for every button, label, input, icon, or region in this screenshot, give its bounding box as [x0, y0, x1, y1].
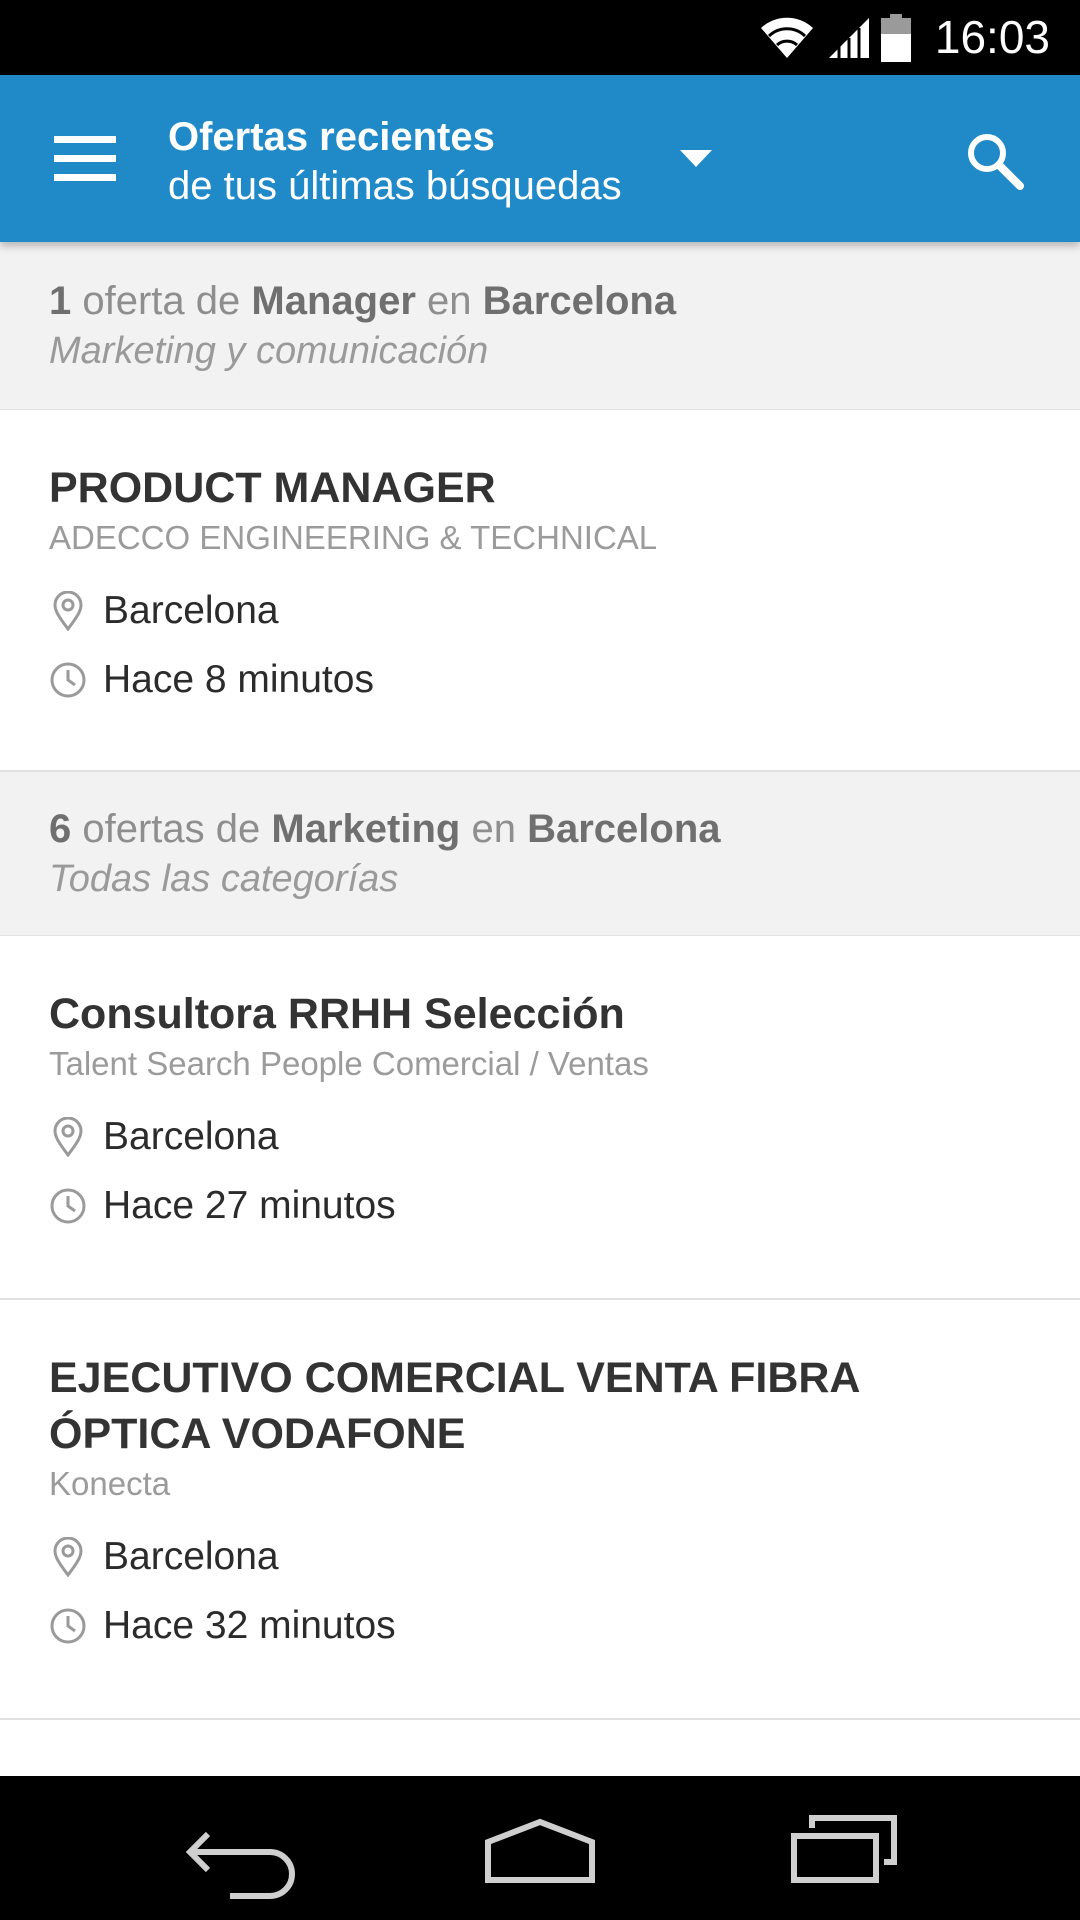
job-location: Barcelona — [103, 588, 279, 632]
status-bar: 16:03 — [0, 0, 1080, 75]
search-icon[interactable] — [962, 128, 1026, 192]
search-category: Todas las categorías — [49, 858, 399, 900]
job-time-row: Hace 32 minutos — [49, 1591, 1031, 1660]
page-title: Ofertas recientes — [168, 115, 495, 159]
job-title: PRODUCT MANAGER — [49, 464, 496, 512]
offer-count: 6 — [49, 807, 72, 851]
wifi-icon — [760, 17, 813, 58]
battery-icon — [880, 13, 911, 62]
search-location: Barcelona — [482, 279, 677, 323]
location-pin-icon — [53, 1116, 83, 1157]
home-icon[interactable] — [450, 1776, 630, 1920]
search-summary: 1 oferta de Manager en Barcelona — [49, 276, 1031, 326]
job-time-row: Hace 27 minutos — [49, 1171, 1031, 1240]
search-keyword: Marketing — [271, 807, 461, 851]
search-keyword: Manager — [251, 279, 416, 323]
recents-icon[interactable] — [754, 1776, 934, 1920]
offer-word: ofertas de — [82, 807, 261, 851]
job-card[interactable]: Consultora RRHH Selección Talent Search … — [0, 936, 1080, 1300]
navigation-bar — [0, 1776, 1080, 1920]
offer-word: oferta de — [82, 279, 241, 323]
in-word: en — [471, 807, 516, 851]
job-company: Konecta — [49, 1465, 171, 1502]
job-location: Barcelona — [103, 1534, 279, 1578]
job-location-row: Barcelona — [49, 1522, 1031, 1591]
app-bar: Ofertas recientes de tus últimas búsqued… — [0, 75, 1080, 242]
dropdown-arrow-icon[interactable] — [680, 150, 712, 167]
status-time: 16:03 — [934, 11, 1050, 63]
job-title-line: EJECUTIVO COMERCIAL VENTA FIBRA — [49, 1354, 861, 1402]
job-time: Hace 8 minutos — [103, 657, 374, 701]
job-location: Barcelona — [103, 1114, 279, 1158]
search-location: Barcelona — [527, 807, 721, 851]
offer-count: 1 — [49, 279, 72, 323]
clock-icon — [50, 662, 86, 697]
job-time: Hace 27 minutos — [103, 1183, 396, 1227]
clock-icon — [50, 1608, 86, 1643]
job-title: Consultora RRHH Selección — [49, 990, 625, 1038]
job-location-row: Barcelona — [49, 1102, 1031, 1171]
job-time: Hace 32 minutos — [103, 1603, 396, 1647]
job-card[interactable]: EJECUTIVO COMERCIAL VENTA FIBRA ÓPTICA V… — [0, 1300, 1080, 1720]
title-dropdown[interactable]: Ofertas recientes de tus últimas búsqued… — [168, 113, 622, 211]
job-location-row: Barcelona — [49, 576, 1031, 645]
status-icons: 16:03 — [759, 0, 1050, 75]
in-word: en — [427, 279, 472, 323]
job-title-line: ÓPTICA VODAFONE — [49, 1410, 466, 1458]
back-icon[interactable] — [150, 1776, 330, 1920]
page-subtitle: de tus últimas búsquedas — [168, 164, 622, 208]
clock-icon — [50, 1188, 86, 1223]
job-list[interactable]: 1 oferta de Manager en Barcelona Marketi… — [0, 242, 1080, 1776]
search-group-header[interactable]: 6 ofertas de Marketing en Barcelona Toda… — [0, 772, 1080, 936]
signal-icon — [828, 17, 869, 58]
job-company: Talent Search People Comercial / Ventas — [49, 1045, 649, 1082]
location-pin-icon — [53, 590, 83, 631]
job-title: EJECUTIVO COMERCIAL VENTA FIBRA ÓPTICA V… — [49, 1350, 1031, 1462]
menu-icon[interactable] — [54, 136, 116, 182]
job-card[interactable]: PRODUCT MANAGER ADECCO ENGINEERING & TEC… — [0, 410, 1080, 772]
location-pin-icon — [53, 1536, 83, 1577]
job-time-row: Hace 8 minutos — [49, 645, 1031, 714]
search-summary: 6 ofertas de Marketing en Barcelona — [49, 804, 1031, 854]
job-company: ADECCO ENGINEERING & TECHNICAL — [49, 519, 658, 556]
search-category: Marketing y comunicación — [49, 330, 489, 372]
search-group-header[interactable]: 1 oferta de Manager en Barcelona Marketi… — [0, 242, 1080, 410]
